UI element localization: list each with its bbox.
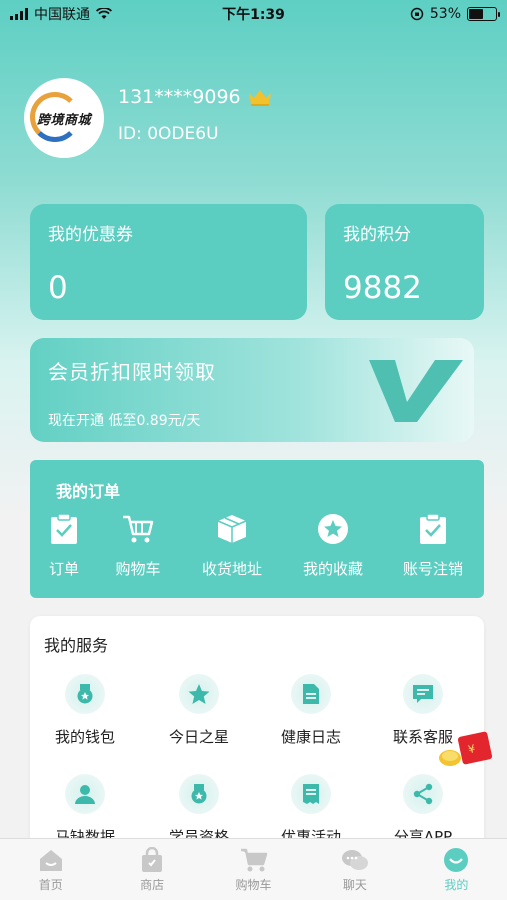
services-title: 我的服务 xyxy=(44,636,109,655)
user-id: ID: 0ODE6U xyxy=(118,124,219,144)
tab-store[interactable]: 商店 xyxy=(101,839,202,900)
service-item-qualification[interactable]: 学员资格 xyxy=(144,774,254,847)
cart-icon xyxy=(123,515,154,543)
order-item-label: 我的收藏 xyxy=(302,560,363,578)
signal-icon xyxy=(10,8,28,20)
wifi-icon xyxy=(96,8,112,19)
coupons-value: 0 xyxy=(48,270,68,306)
rotation-lock-icon xyxy=(410,7,424,21)
services-panel: 我的服务 我的钱包 今日之星 健康日志 联系客服 马缺数据 学员资格 优惠活动 … xyxy=(30,616,484,856)
service-item-data[interactable]: 马缺数据 xyxy=(30,774,140,847)
tab-profile[interactable]: 我的 xyxy=(406,839,507,900)
avatar-logo-text: 跨境商城 xyxy=(36,112,91,128)
service-item-wallet[interactable]: 我的钱包 xyxy=(30,674,140,747)
service-item-label: 健康日志 xyxy=(280,728,341,746)
medal-icon xyxy=(191,784,207,804)
medal-icon xyxy=(77,684,93,704)
order-item-label: 账号注销 xyxy=(402,560,463,578)
vip-banner[interactable]: 会员折扣限时领取 现在开通 低至0.89元/天 xyxy=(30,338,474,442)
phone-number: 131****9096 xyxy=(118,86,241,108)
order-item-favorites[interactable]: 我的收藏 xyxy=(288,512,378,579)
service-item-label: 我的钱包 xyxy=(54,728,115,746)
order-item-cart[interactable]: 购物车 xyxy=(93,512,183,579)
avatar[interactable]: 跨境商城 xyxy=(24,78,104,158)
service-item-health[interactable]: 健康日志 xyxy=(256,674,366,747)
service-item-promotions[interactable]: 优惠活动 xyxy=(256,774,366,847)
document-icon xyxy=(303,684,319,704)
red-packet-icon[interactable]: ¥ xyxy=(438,728,494,770)
vip-title: 会员折扣限时领取 xyxy=(48,360,216,384)
orders-panel: 我的订单 订单 购物车 收货地址 我的收藏 账号注销 xyxy=(30,460,484,598)
user-phone: 131****9096 xyxy=(118,86,273,108)
home-icon xyxy=(39,850,62,871)
cart-icon xyxy=(240,848,267,872)
bag-icon xyxy=(142,847,163,872)
star-icon xyxy=(318,514,348,544)
battery-icon xyxy=(467,7,500,21)
points-title: 我的积分 xyxy=(343,225,411,245)
tab-label: 聊天 xyxy=(342,878,367,892)
points-card[interactable]: 我的积分 9882 xyxy=(325,204,484,320)
chat-icon xyxy=(341,850,368,870)
status-bar: 中国联通 下午1:39 53% xyxy=(0,0,507,28)
service-item-share[interactable]: 分享APP xyxy=(368,774,478,847)
profile-smile-icon xyxy=(444,848,469,872)
tab-cart[interactable]: 购物车 xyxy=(203,839,304,900)
service-item-label: 今日之星 xyxy=(168,728,229,746)
vip-v-icon xyxy=(369,360,463,422)
carrier-label: 中国联通 xyxy=(34,7,90,23)
points-value: 9882 xyxy=(343,270,422,306)
order-item-label: 订单 xyxy=(48,560,79,578)
box-icon xyxy=(217,515,247,543)
receipt-icon xyxy=(303,784,319,804)
service-item-star[interactable]: 今日之星 xyxy=(144,674,254,747)
order-item-account-cancel[interactable]: 账号注销 xyxy=(388,512,478,579)
battery-percent: 53% xyxy=(429,6,461,22)
vip-subtitle: 现在开通 低至0.89元/天 xyxy=(48,413,201,429)
coupons-title: 我的优惠券 xyxy=(48,225,133,245)
user-icon xyxy=(75,785,95,804)
order-item-label: 购物车 xyxy=(115,560,161,578)
message-icon xyxy=(413,685,433,703)
tab-bar: 首页 商店 购物车 聊天 我的 xyxy=(0,838,507,900)
tab-home[interactable]: 首页 xyxy=(0,839,101,900)
star-icon xyxy=(188,684,210,704)
order-item-label: 收货地址 xyxy=(201,560,262,578)
clipboard-check-icon xyxy=(51,513,77,544)
clock: 下午1:39 xyxy=(222,7,285,23)
tab-label: 购物车 xyxy=(235,878,272,892)
tab-label: 我的 xyxy=(444,878,469,892)
tab-chat[interactable]: 聊天 xyxy=(304,839,405,900)
coupons-card[interactable]: 我的优惠券 0 xyxy=(30,204,307,320)
clipboard-check-icon xyxy=(420,513,446,544)
crown-icon xyxy=(248,90,271,106)
orders-title: 我的订单 xyxy=(56,482,121,501)
order-item-address[interactable]: 收货地址 xyxy=(187,512,277,579)
share-icon xyxy=(413,783,433,805)
tab-label: 首页 xyxy=(38,878,63,892)
tab-label: 商店 xyxy=(140,878,165,892)
